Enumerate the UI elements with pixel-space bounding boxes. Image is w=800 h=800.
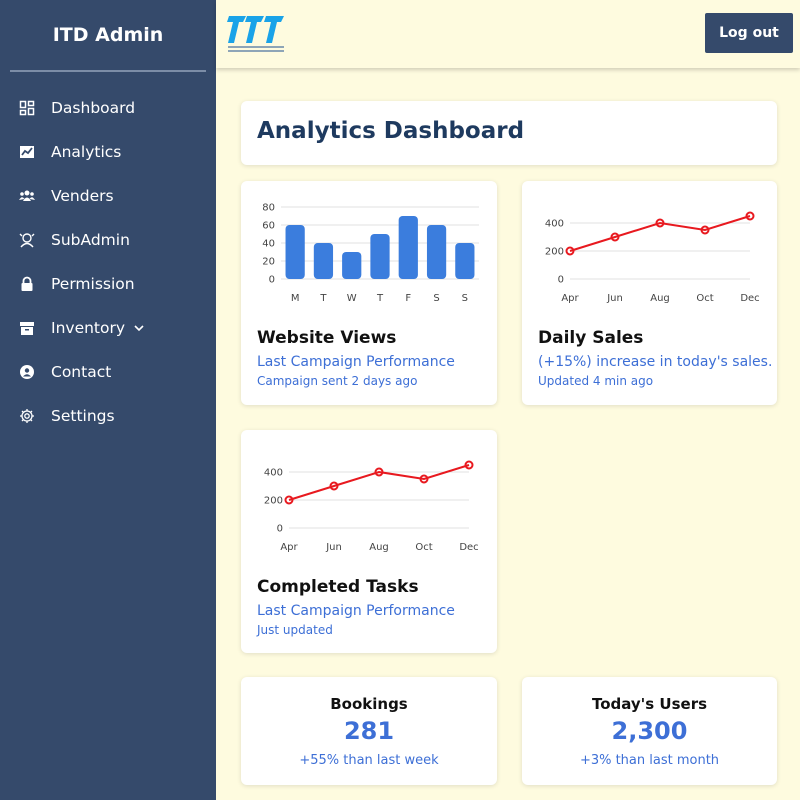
sidebar-nav: Dashboard Analytics Venders SubAdmin Per… [0, 72, 216, 438]
y-tick-label: 80 [262, 203, 275, 214]
x-tick-label: Aug [369, 542, 389, 553]
archive-box-icon [18, 319, 36, 337]
sidebar-item-label: Inventory [51, 319, 126, 337]
y-tick-label: 400 [264, 468, 283, 479]
x-tick-label: F [405, 293, 411, 304]
sidebar-item-label: Dashboard [51, 99, 136, 117]
x-tick-label: S [462, 293, 468, 304]
bar [398, 216, 418, 279]
sidebar-item-analytics[interactable]: Analytics [0, 130, 216, 174]
x-tick-label: Apr [561, 293, 579, 304]
card-note: Just updated [257, 623, 333, 637]
completed-tasks-card: 0 200 400 Apr Jun Aug Oct Dec Completed Tasks L… [241, 430, 497, 653]
x-tick-label: M [291, 293, 300, 304]
sidebar-item-contact[interactable]: Contact [0, 350, 216, 394]
stat-value: 2,300 [611, 717, 688, 745]
x-tick-label: T [376, 293, 384, 304]
bookings-stat-card: Bookings 281 +55% than last week [241, 677, 497, 785]
x-tick-label: Aug [650, 293, 670, 304]
daily-sales-chart: 0 200 400 Apr Jun Aug Oct Dec [545, 211, 760, 304]
sidebar: ITD Admin Dashboard Analytics Venders Su… [0, 0, 216, 800]
bar [370, 234, 390, 279]
sidebar-brand: ITD Admin [52, 24, 164, 46]
x-tick-label: W [347, 293, 357, 304]
y-tick-label: 40 [262, 239, 275, 250]
sidebar-item-settings[interactable]: Settings [0, 394, 216, 438]
sidebar-item-inventory[interactable]: Inventory [0, 306, 216, 350]
bar [313, 243, 334, 279]
users-group-icon [18, 187, 36, 205]
dashboard-grid-icon [18, 99, 36, 117]
sidebar-item-label: Permission [51, 275, 135, 293]
bar [342, 252, 362, 279]
x-tick-label: Jun [325, 542, 342, 553]
itd-logo[interactable] [226, 13, 286, 55]
website-views-chart: 0 20 40 60 80 M T W T F S S [262, 203, 479, 304]
y-tick-label: 0 [277, 524, 283, 535]
x-tick-label: Oct [415, 542, 432, 553]
stat-change: +55% than last week [299, 753, 439, 768]
stat-label: Today's Users [591, 695, 708, 713]
lock-icon [18, 275, 36, 293]
y-tick-label: 60 [262, 221, 275, 232]
contact-icon [18, 363, 36, 381]
card-title: Completed Tasks [257, 577, 419, 597]
x-tick-label: Oct [696, 293, 713, 304]
logout-button[interactable]: Log out [705, 13, 793, 53]
page-title: Analytics Dashboard [257, 118, 525, 144]
series-line [288, 464, 470, 501]
x-tick-label: S [433, 293, 439, 304]
series-line [569, 215, 751, 252]
page-title-card: Analytics Dashboard [241, 101, 777, 165]
x-tick-label: Apr [280, 542, 298, 553]
bar [455, 243, 475, 279]
sidebar-item-permission[interactable]: Permission [0, 262, 216, 306]
x-tick-label: Jun [606, 293, 623, 304]
sidebar-item-label: Analytics [51, 143, 122, 161]
user-admin-icon [18, 231, 36, 249]
y-tick-label: 200 [545, 247, 564, 258]
bar [285, 225, 305, 279]
chevron-down-icon[interactable] [133, 322, 145, 334]
gear-icon [18, 407, 36, 425]
y-tick-label: 200 [264, 496, 283, 507]
y-tick-label: 400 [545, 219, 564, 230]
sidebar-item-subadmin[interactable]: SubAdmin [0, 218, 216, 262]
sidebar-item-label: SubAdmin [51, 231, 130, 249]
x-tick-label: Dec [459, 542, 478, 553]
card-subtitle: (+15%) increase in today's sales. [538, 354, 773, 370]
sidebar-item-venders[interactable]: Venders [0, 174, 216, 218]
stat-value: 281 [343, 717, 395, 745]
card-note: Campaign sent 2 days ago [257, 374, 418, 388]
sidebar-item-label: Contact [51, 363, 112, 381]
y-tick-label: 0 [269, 275, 275, 286]
completed-tasks-chart: 0 200 400 Apr Jun Aug Oct Dec [264, 460, 479, 553]
bar [426, 225, 447, 279]
sidebar-item-dashboard[interactable]: Dashboard [0, 86, 216, 130]
website-views-card: 0 20 40 60 80 M T W T F S S Website Views Last Camp… [241, 181, 497, 405]
analytics-chart-icon [18, 143, 36, 161]
x-tick-label: Dec [740, 293, 759, 304]
card-subtitle: Last Campaign Performance [257, 354, 455, 370]
card-title: Daily Sales [538, 328, 644, 348]
y-tick-label: 0 [558, 275, 564, 286]
sidebar-item-label: Settings [51, 407, 115, 425]
daily-sales-card: 0 200 400 Apr Jun Aug Oct Dec Daily Sales (+15%… [522, 181, 777, 405]
card-note: Updated 4 min ago [538, 374, 654, 388]
top-bar: Log out [216, 0, 800, 68]
x-tick-label: T [319, 293, 327, 304]
y-tick-label: 20 [262, 257, 275, 268]
card-subtitle: Last Campaign Performance [257, 603, 455, 619]
users-stat-card: Today's Users 2,300 +3% than last month [522, 677, 777, 785]
stat-label: Bookings [330, 695, 408, 713]
card-title: Website Views [257, 328, 397, 348]
sidebar-item-label: Venders [51, 187, 114, 205]
stat-change: +3% than last month [579, 753, 720, 768]
